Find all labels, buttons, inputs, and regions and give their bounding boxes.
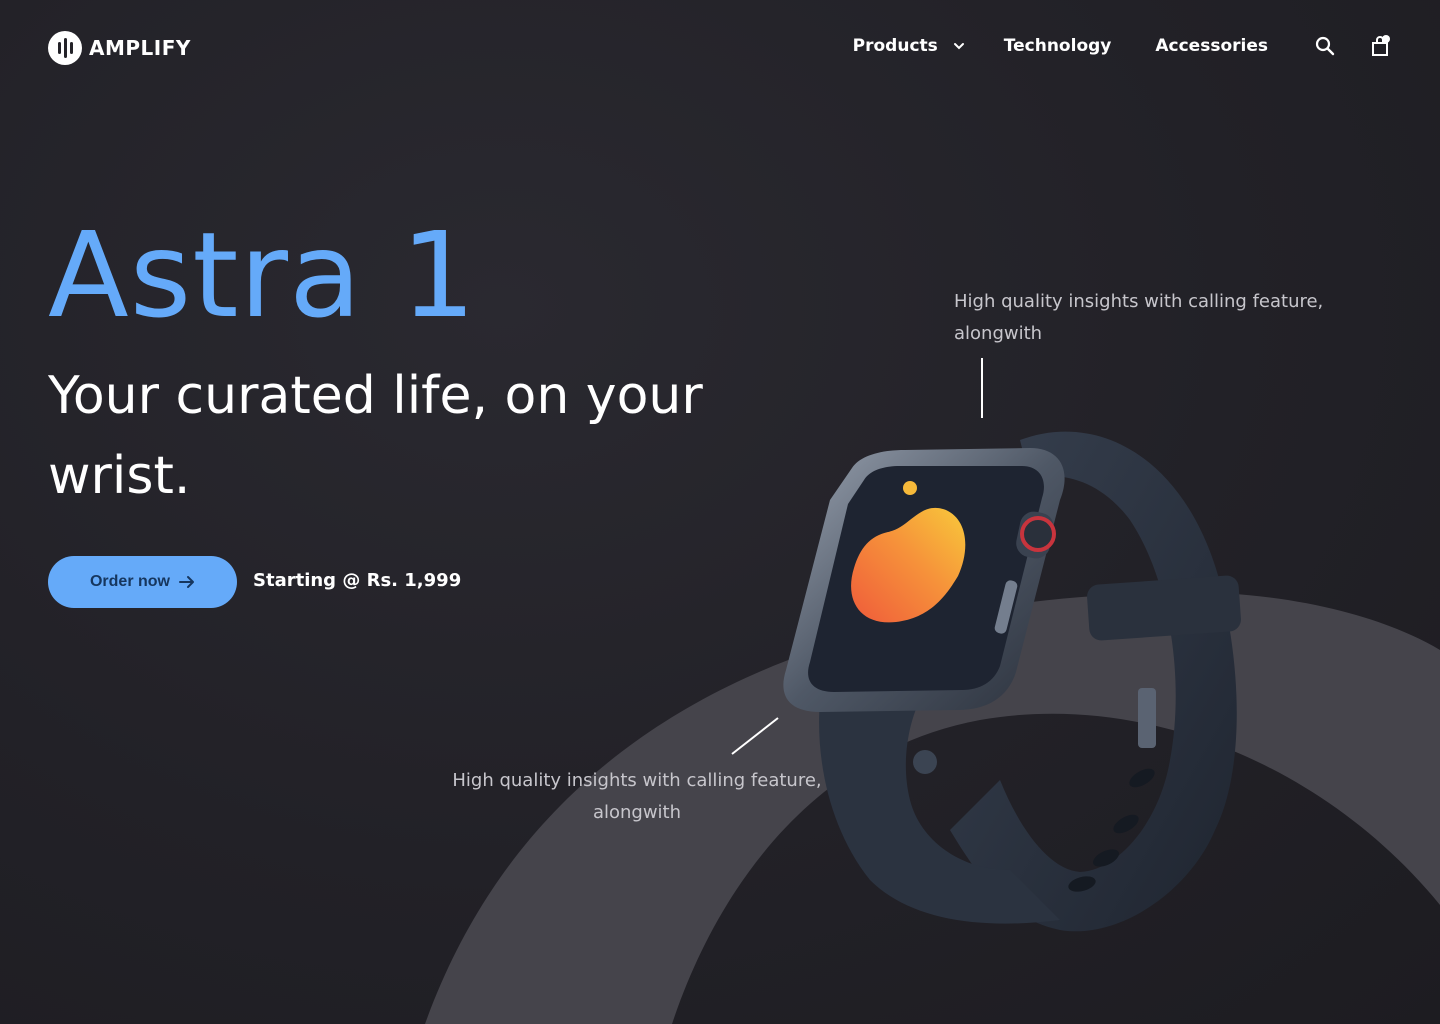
logo-mark-icon [48,31,82,65]
arrow-right-icon [179,576,194,588]
main-nav: Products Technology Accessories [853,34,1392,58]
nav-item-accessories[interactable]: Accessories [1155,36,1268,56]
cart-button[interactable] [1370,34,1392,58]
brand-name: AMPLIFY [89,36,191,60]
hero-title: Astra 1 [48,206,477,344]
shopping-bag-icon [1372,35,1390,56]
brand-logo[interactable]: AMPLIFY [48,31,191,65]
nav-item-label: Products [852,36,938,56]
landing-page: AMPLIFY Products Technology Accessories [0,0,1440,1024]
order-now-button[interactable]: Order now [48,556,237,608]
nav-item-products[interactable]: Products [853,36,966,56]
nav-item-technology[interactable]: Technology [1004,36,1112,56]
search-icon [1315,36,1335,56]
starting-price: Starting @ Rs. 1,999 [253,570,462,591]
order-now-label: Order now [89,573,170,590]
search-button[interactable] [1314,34,1336,58]
hero-tagline: Your curated life, on your wrist. [48,366,703,506]
nav-item-label: Technology [1003,36,1112,56]
nav-item-label: Accessories [1155,36,1268,56]
cart-badge [1382,35,1390,43]
smartwatch-image [783,431,1241,932]
feature-callout-top: High quality insights with calling featu… [954,291,1324,344]
chevron-down-icon [953,43,964,50]
